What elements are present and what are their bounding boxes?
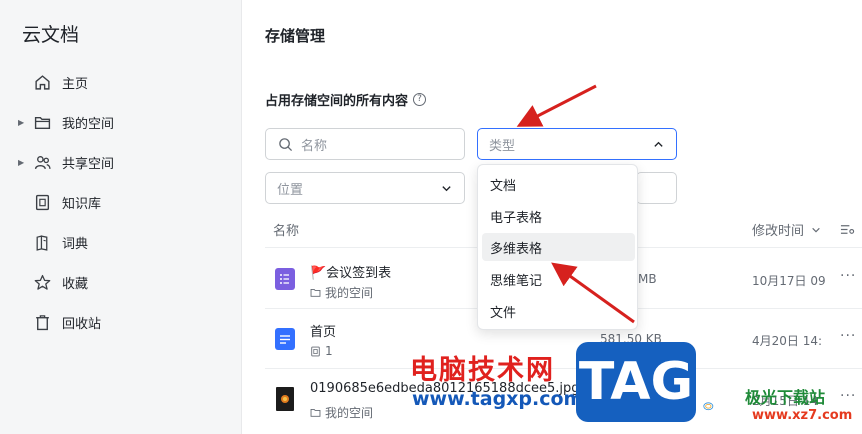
type-option-sheet[interactable]: 电子表格: [482, 202, 635, 230]
type-dropdown-menu: 文档 电子表格 多维表格 思维笔记 文件: [477, 164, 638, 330]
home-icon: [35, 75, 50, 90]
type-option-file[interactable]: 文件: [482, 297, 635, 325]
file-location: 1: [310, 344, 333, 358]
file-name[interactable]: 首页: [310, 321, 336, 340]
sidebar-item-home[interactable]: 主页: [0, 66, 242, 98]
bitable-file-icon: [275, 268, 295, 290]
chevron-down-icon: [442, 186, 451, 192]
sidebar-item-my-space[interactable]: ▶ 我的空间: [0, 106, 242, 138]
sidebar-item-favorites[interactable]: 收藏: [0, 266, 242, 298]
app-title: 云文档: [22, 24, 80, 46]
trash-icon: [36, 315, 49, 331]
sidebar-item-shared-space[interactable]: ▶ 共享空间: [0, 146, 242, 178]
folder-icon: [310, 408, 321, 417]
folder-icon: [310, 288, 321, 297]
expand-caret-icon[interactable]: ▶: [18, 118, 24, 127]
sidebar-item-label: 词典: [62, 236, 89, 252]
watermark-text: 电脑技术网: [410, 355, 555, 386]
chevron-down-icon: [812, 227, 820, 233]
star-icon: [34, 274, 51, 290]
more-options-icon[interactable]: ···: [840, 388, 856, 404]
sidebar-item-knowledge-base[interactable]: 知识库: [0, 186, 242, 218]
expand-caret-icon[interactable]: ▶: [18, 158, 24, 167]
file-location: 我的空间: [310, 284, 373, 301]
watermark-site-url: www.xz7.com: [752, 408, 853, 423]
type-option-bitable[interactable]: 多维表格: [482, 233, 635, 261]
sidebar: 云文档 主页 ▶ 我的空间 ▶ 共享空间 知识库 词典 收藏 回收站: [0, 0, 242, 434]
page-title: 存储管理: [265, 27, 326, 45]
file-size: MB: [638, 272, 657, 286]
sidebar-item-label: 主页: [62, 76, 89, 92]
more-options-icon[interactable]: ···: [840, 328, 856, 344]
column-header-modified-label: 修改时间: [752, 224, 805, 239]
extra-filter-select[interactable]: [636, 172, 677, 204]
row-divider: [265, 368, 862, 369]
image-file-thumbnail: [276, 387, 294, 411]
folder-icon: [34, 117, 51, 130]
search-icon: [279, 137, 293, 151]
sidebar-item-label: 共享空间: [62, 156, 115, 172]
file-modified-time: 4月20日 14:: [752, 334, 823, 348]
file-location: 我的空间: [310, 404, 373, 421]
type-select[interactable]: 类型: [477, 128, 677, 160]
column-header-modified[interactable]: 修改时间: [752, 220, 821, 239]
search-placeholder: 名称: [301, 138, 328, 154]
file-modified-time: 10月17日 09: [752, 274, 826, 288]
dictionary-icon: [36, 235, 48, 251]
type-option-doc[interactable]: 文档: [482, 170, 635, 198]
book-icon: [35, 194, 50, 211]
sidebar-item-label: 知识库: [62, 196, 102, 212]
column-header-name[interactable]: 名称: [273, 220, 299, 239]
watermark-tag-logo: TAG: [576, 342, 696, 422]
location-placeholder: 位置: [277, 182, 304, 198]
sidebar-item-trash[interactable]: 回收站: [0, 306, 242, 338]
more-options-icon[interactable]: ···: [840, 268, 856, 284]
section-title: 占用存储空间的所有内容 ?: [265, 90, 427, 109]
file-location-text: 我的空间: [325, 286, 374, 300]
watermark-site-name: 极光下载站: [745, 388, 826, 407]
location-select[interactable]: 位置: [265, 172, 465, 204]
watermark-site-logo-icon: [703, 402, 714, 411]
help-icon[interactable]: ?: [413, 93, 427, 106]
type-option-mindnote[interactable]: 思维笔记: [482, 265, 635, 293]
type-placeholder: 类型: [489, 138, 516, 154]
watermark-url: www.tagxp.com: [412, 388, 584, 410]
file-location-text: 1: [325, 344, 333, 358]
file-location-text: 我的空间: [325, 406, 374, 420]
file-name[interactable]: 🚩会议签到表: [310, 262, 391, 281]
sidebar-item-label: 回收站: [62, 316, 102, 332]
shared-people-icon: [34, 155, 51, 170]
chevron-up-icon: [654, 141, 663, 147]
sidebar-item-dictionary[interactable]: 词典: [0, 226, 242, 258]
column-settings-icon[interactable]: [840, 222, 855, 237]
sidebar-item-label: 我的空间: [62, 116, 115, 132]
search-input[interactable]: 名称: [265, 128, 465, 160]
sidebar-item-label: 收藏: [62, 276, 89, 292]
book-icon: [311, 346, 320, 356]
doc-file-icon: [275, 328, 295, 350]
section-title-text: 占用存储空间的所有内容: [265, 94, 409, 109]
